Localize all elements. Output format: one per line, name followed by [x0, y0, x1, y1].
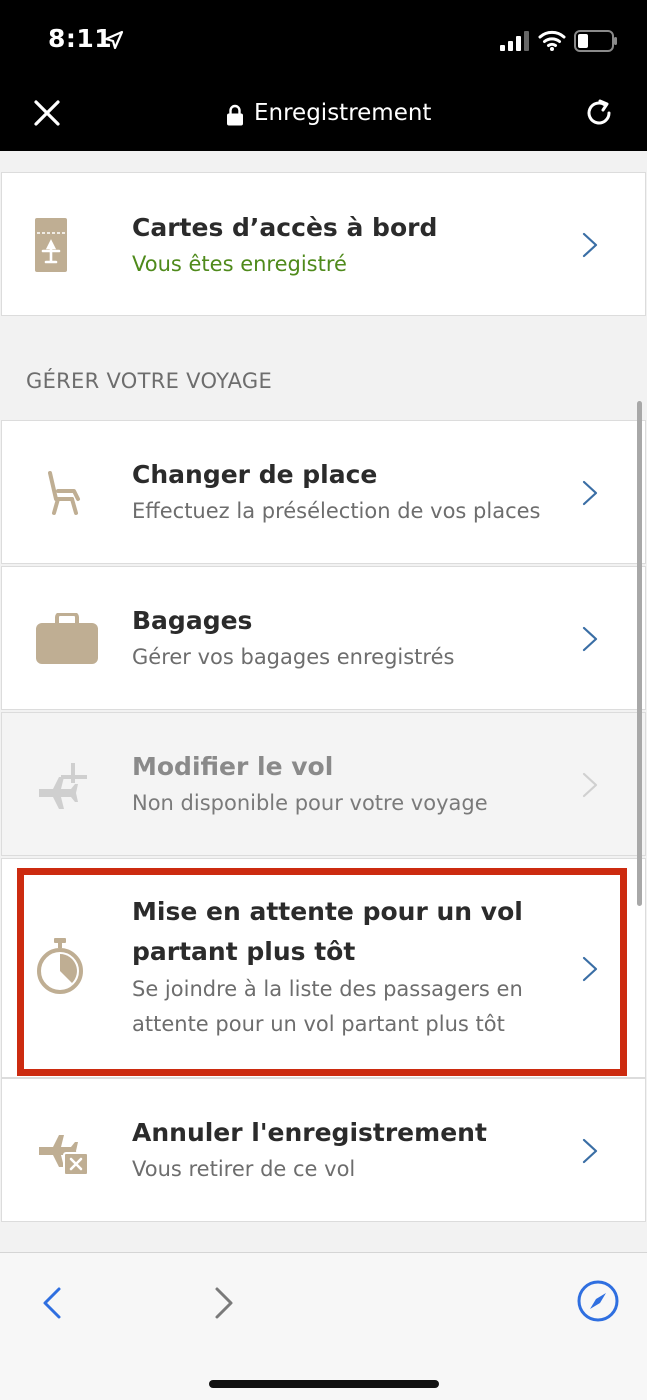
- boarding-pass-card[interactable]: Cartes d’accès à bord Vous êtes enregist…: [1, 172, 646, 316]
- lock-icon: [227, 104, 243, 126]
- close-icon[interactable]: [30, 96, 64, 130]
- browser-toolbar: [0, 1252, 647, 1400]
- item-subtitle: Effectuez la présélection de vos places: [132, 499, 541, 523]
- baggage-card[interactable]: Bagages Gérer vos bagages enregistrés: [1, 566, 646, 710]
- checked-in-status: Vous êtes enregistré: [132, 252, 347, 276]
- status-time: 8:11: [48, 24, 113, 53]
- suitcase-icon: [36, 613, 98, 664]
- page-title: Enregistrement: [254, 100, 432, 126]
- chevron-right-icon: [582, 480, 598, 506]
- home-indicator: [209, 1380, 439, 1388]
- chevron-right-icon: [582, 232, 598, 258]
- seat-icon: [48, 471, 80, 515]
- cancel-checkin-card[interactable]: Annuler l'enregistrement Vous retirer de…: [1, 1078, 646, 1222]
- highlight-frame: [17, 868, 627, 1076]
- boarding-pass-icon: [35, 218, 67, 272]
- item-title: Bagages: [132, 606, 253, 635]
- top-bar: 8:11 Enregistrement: [0, 0, 647, 151]
- item-subtitle: Gérer vos bagages enregistrés: [132, 645, 455, 669]
- boarding-pass-title: Cartes d’accès à bord: [132, 213, 438, 242]
- scrollbar[interactable]: [637, 401, 642, 906]
- wifi-icon: [538, 30, 566, 51]
- change-flight-card: Modifier le vol Non disponible pour votr…: [1, 712, 646, 856]
- compass-icon[interactable]: [576, 1279, 620, 1323]
- section-label: GÉRER VOTRE VOYAGE: [26, 369, 273, 393]
- item-title: Annuler l'enregistrement: [132, 1118, 487, 1147]
- reload-icon[interactable]: [582, 96, 616, 130]
- change-flight-icon: [39, 763, 87, 809]
- forward-arrow-icon[interactable]: [212, 1285, 236, 1321]
- cancel-flight-icon: [39, 1135, 89, 1176]
- location-arrow-icon: [104, 30, 124, 50]
- chevron-right-icon: [582, 772, 598, 798]
- item-subtitle: Non disponible pour votre voyage: [132, 791, 488, 815]
- battery-icon: [574, 30, 617, 52]
- item-title: Modifier le vol: [132, 752, 334, 781]
- chevron-right-icon: [582, 626, 598, 652]
- cellular-signal-icon: [500, 31, 529, 51]
- chevron-right-icon: [582, 1138, 598, 1164]
- change-seat-card[interactable]: Changer de place Effectuez la présélecti…: [1, 420, 646, 564]
- back-arrow-icon[interactable]: [40, 1285, 64, 1321]
- item-subtitle: Vous retirer de ce vol: [132, 1157, 356, 1181]
- item-title: Changer de place: [132, 460, 378, 489]
